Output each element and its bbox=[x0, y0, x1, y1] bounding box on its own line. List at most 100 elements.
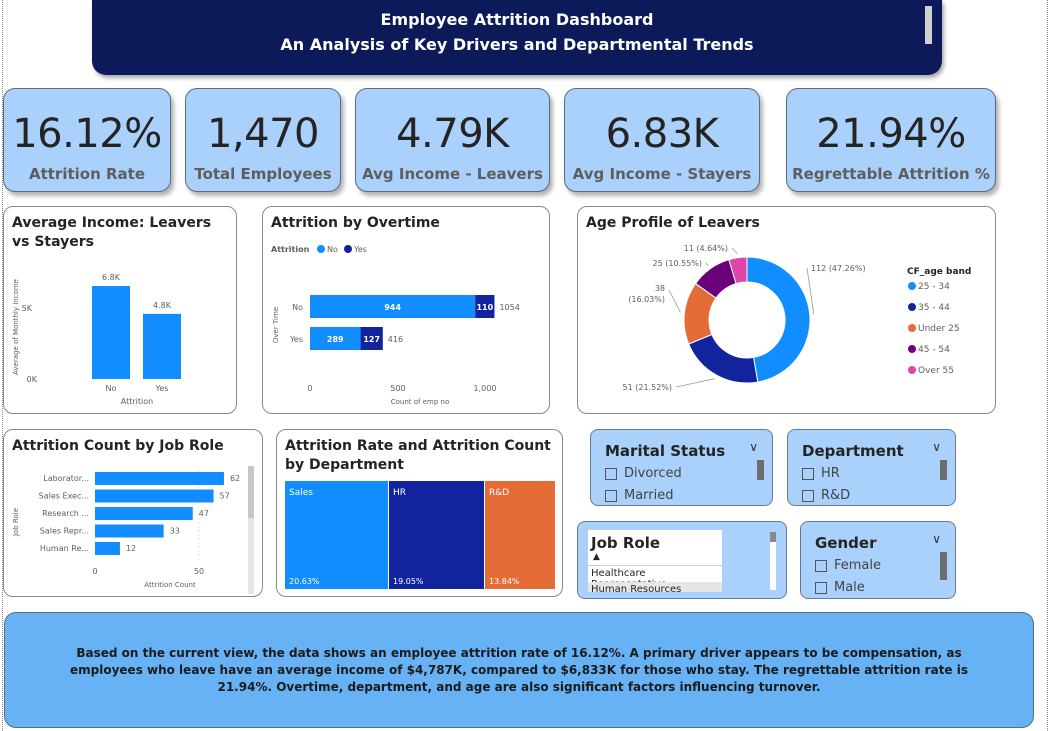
slice-label: 25 (10.55%) bbox=[653, 259, 702, 268]
summary-box: Based on the current view, the data show… bbox=[4, 612, 1034, 728]
kpi-total-employees[interactable]: 1,470 Total Employees bbox=[185, 88, 341, 192]
kpi-avg-income-leavers[interactable]: 4.79K Avg Income - Leavers bbox=[355, 88, 550, 192]
x-axis-label: Attrition Count bbox=[144, 581, 196, 589]
y-tick: 5K bbox=[22, 304, 33, 313]
bar-data-label: 110 bbox=[476, 303, 493, 312]
x-tick: 0 bbox=[307, 384, 312, 393]
y-tick: Human Re... bbox=[40, 544, 89, 553]
slicer-item-label: HR bbox=[821, 466, 840, 481]
age-donut-chart: CF_age band 112 (47.26%) 51 (21.52%) 38 (16… bbox=[623, 244, 972, 392]
kpi-label: Avg Income - Stayers bbox=[572, 165, 752, 183]
slice-label: 112 (47.26%) bbox=[811, 264, 866, 273]
income-bar bbox=[92, 286, 130, 379]
kpi-avg-income-stayers[interactable]: 6.83K Avg Income - Stayers bbox=[564, 88, 760, 192]
kpi-attrition-rate[interactable]: 16.12% Attrition Rate bbox=[3, 88, 171, 192]
x-tick: 0 bbox=[92, 567, 97, 576]
dept-chart-card[interactable]: Attrition Rate and Attrition Count by De… bbox=[276, 429, 563, 597]
kpi-value: 4.79K bbox=[396, 111, 509, 157]
bar-data-label: 62 bbox=[230, 474, 240, 483]
income-bar bbox=[143, 313, 181, 379]
chevron-down-icon[interactable]: ∨ bbox=[932, 440, 941, 454]
bar-data-label: 33 bbox=[170, 527, 180, 536]
slicer-scrollbar[interactable] bbox=[757, 460, 764, 480]
treemap-cell-label: Sales bbox=[289, 488, 313, 498]
slicer-item-divorced[interactable]: Divorced bbox=[605, 466, 682, 481]
slicer-item-label: R&D bbox=[821, 488, 851, 503]
legend-yes-label: Yes bbox=[353, 245, 367, 254]
checkbox[interactable] bbox=[605, 467, 617, 480]
treemap-cell-label: HR bbox=[393, 488, 406, 498]
overtime-chart-card[interactable]: Attrition by Overtime Attrition No Yes O… bbox=[262, 206, 550, 414]
checkbox[interactable] bbox=[815, 581, 827, 594]
scrollbar-thumb[interactable] bbox=[248, 466, 254, 518]
slicer-scrollbar[interactable] bbox=[770, 532, 776, 542]
marital-status-slicer[interactable]: Marital Status ∨ Divorced Married bbox=[590, 429, 773, 506]
slicer-item-label: Male bbox=[834, 580, 865, 595]
slice-label: 38 bbox=[655, 284, 665, 293]
checkbox[interactable] bbox=[605, 489, 617, 502]
income-chart-card[interactable]: Average Income: Leavers vs Stayers Avera… bbox=[3, 206, 237, 414]
slicer-scrollbar[interactable] bbox=[940, 552, 947, 580]
kpi-value: 1,470 bbox=[206, 111, 320, 157]
leader-line bbox=[731, 247, 738, 254]
slicer-scrollbar[interactable] bbox=[940, 460, 947, 480]
slicer-item-female[interactable]: Female bbox=[815, 558, 881, 573]
leader-line bbox=[675, 378, 715, 388]
bar-data-label: 47 bbox=[199, 509, 209, 518]
jobrole-slicer[interactable]: Job Role ▲ Healthcare Representative Hum… bbox=[577, 521, 787, 599]
slicer-item-human-resources[interactable]: Human Resources bbox=[588, 582, 722, 592]
legend-label: 45 - 54 bbox=[918, 345, 950, 355]
gender-slicer[interactable]: Gender ∨ Female Male bbox=[800, 521, 956, 599]
department-slicer[interactable]: Department ∨ HR R&D bbox=[787, 429, 956, 506]
slicer-title: Job Role bbox=[591, 534, 661, 552]
y-tick: 0K bbox=[27, 375, 38, 384]
slicer-item-hr[interactable]: HR bbox=[802, 466, 840, 481]
kpi-regrettable-attrition[interactable]: 21.94% Regrettable Attrition % bbox=[786, 88, 996, 192]
checkbox[interactable] bbox=[802, 489, 814, 502]
bar-data-label: 127 bbox=[363, 335, 380, 344]
kpi-label: Avg Income - Leavers bbox=[362, 165, 543, 183]
kpi-label: Regrettable Attrition % bbox=[792, 165, 990, 183]
treemap-cell-value: 19.05% bbox=[393, 577, 424, 586]
legend-dot bbox=[908, 303, 916, 311]
x-tick: 50 bbox=[194, 567, 204, 576]
legend-dot bbox=[908, 282, 916, 290]
slice-label: 51 (21.52%) bbox=[623, 383, 672, 392]
donut-slice bbox=[746, 256, 811, 383]
checkbox[interactable] bbox=[802, 467, 814, 480]
slice-label: (16.03%) bbox=[628, 295, 665, 304]
y-tick: Laborator... bbox=[43, 474, 89, 483]
slicer-item-rd[interactable]: R&D bbox=[802, 488, 850, 503]
chevron-down-icon[interactable]: ∨ bbox=[749, 440, 758, 454]
dept-treemap: Sales 20.63% HR 19.05% R&D 13.84% bbox=[285, 481, 555, 589]
jobrole-slicer-panel: Job Role ▲ Healthcare Representative Hum… bbox=[588, 530, 722, 592]
slicer-item-label: Female bbox=[834, 558, 882, 573]
bar-data-label: 6.8K bbox=[102, 273, 121, 282]
bar-data-label: 57 bbox=[220, 492, 230, 501]
y-tick: Yes bbox=[289, 335, 303, 344]
jobrole-bar bbox=[95, 542, 120, 555]
slicer-item-male[interactable]: Male bbox=[815, 580, 865, 595]
kpi-label: Attrition Rate bbox=[28, 165, 146, 183]
chevron-down-icon[interactable]: ∨ bbox=[932, 532, 941, 546]
jobrole-bar bbox=[95, 507, 193, 520]
bar-data-label: 944 bbox=[384, 303, 401, 312]
y-tick: Sales Repr... bbox=[40, 527, 89, 536]
jobrole-bar bbox=[95, 489, 214, 503]
y-tick: Sales Exec... bbox=[39, 492, 89, 501]
checkbox[interactable] bbox=[815, 559, 827, 572]
legend-dot bbox=[908, 366, 916, 374]
sort-arrow-icon[interactable]: ▲ bbox=[593, 552, 600, 562]
x-tick: 1,000 bbox=[474, 384, 497, 393]
treemap-cell-value: 13.84% bbox=[489, 577, 520, 586]
legend-label: Over 55 bbox=[918, 366, 954, 376]
leader-line bbox=[705, 262, 709, 266]
slicer-item-married[interactable]: Married bbox=[605, 488, 674, 503]
dashboard-title: Employee Attrition Dashboard bbox=[380, 10, 654, 29]
age-chart-card[interactable]: Age Profile of Leavers CF_age band 112 (… bbox=[577, 206, 996, 414]
x-axis-label: Count of emp no bbox=[391, 398, 450, 406]
jobrole-chart-card[interactable]: Attrition Count by Job Role Job Role 0 5… bbox=[3, 429, 263, 597]
bar-total-label: 416 bbox=[388, 335, 403, 344]
bar-data-label: 12 bbox=[126, 544, 136, 553]
slicer-item-label: Married bbox=[624, 488, 674, 503]
